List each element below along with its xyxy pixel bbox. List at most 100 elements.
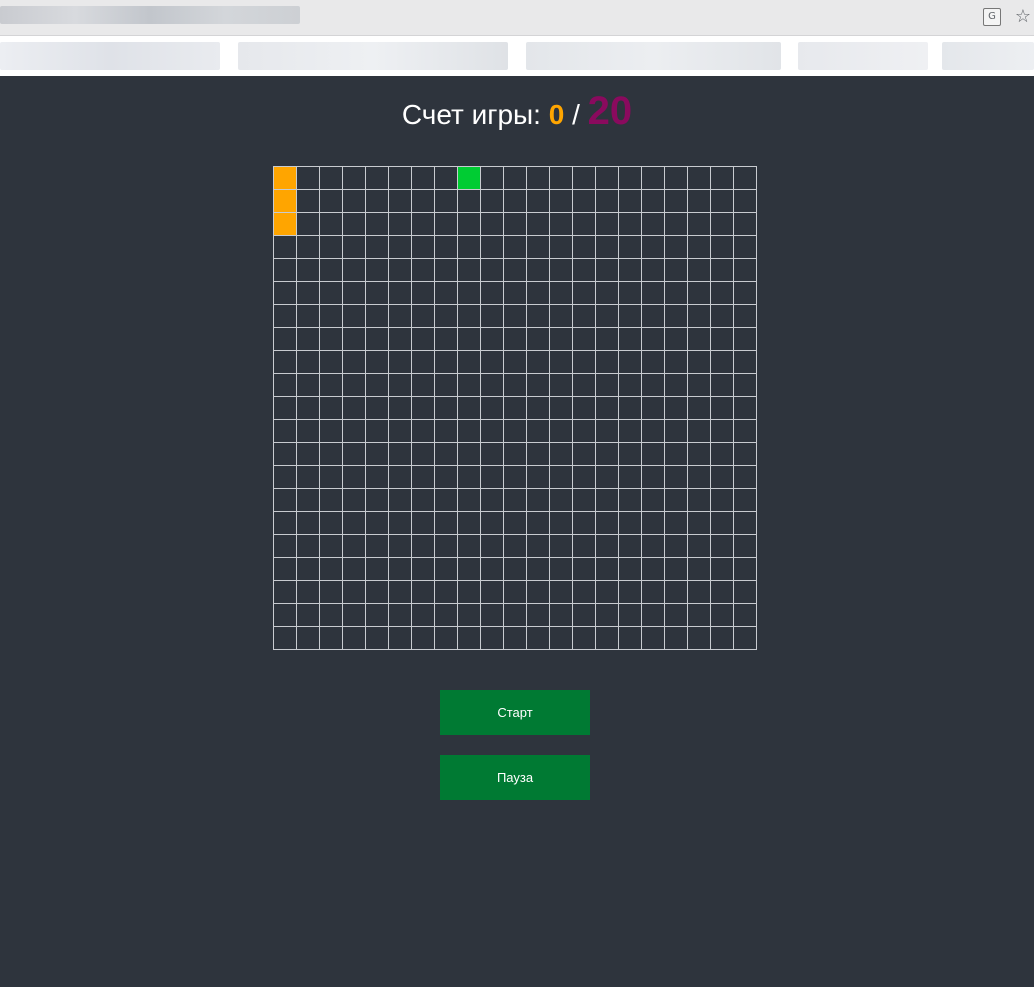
board-cell (711, 374, 734, 397)
board-cell (458, 190, 481, 213)
board-cell (550, 213, 573, 236)
board-cell (343, 374, 366, 397)
game-board[interactable] (273, 166, 757, 650)
board-cell (412, 581, 435, 604)
board-cell (343, 535, 366, 558)
board-cell (389, 351, 412, 374)
browser-tab-strip: G ☆ (0, 0, 1034, 36)
board-cell (320, 581, 343, 604)
start-button[interactable]: Старт (440, 690, 590, 735)
board-cell (688, 190, 711, 213)
board-cell (389, 558, 412, 581)
board-cell (711, 397, 734, 420)
blurred-bookmark[interactable] (238, 42, 508, 70)
board-cell (458, 328, 481, 351)
score-heading: Счет игры: 0 / 20 (0, 88, 1034, 138)
board-cell (665, 420, 688, 443)
board-cell (481, 328, 504, 351)
blurred-bookmark[interactable] (942, 42, 1034, 70)
board-cell (573, 443, 596, 466)
board-cell (343, 351, 366, 374)
board-cell (504, 512, 527, 535)
food-cell (458, 167, 481, 190)
blurred-bookmark[interactable] (0, 42, 220, 70)
board-cell (504, 489, 527, 512)
board-cell (596, 512, 619, 535)
board-cell (619, 374, 642, 397)
board-cell (504, 443, 527, 466)
board-cell (688, 397, 711, 420)
board-cell (412, 213, 435, 236)
board-cell (527, 512, 550, 535)
board-cell (573, 581, 596, 604)
board-cell (734, 627, 757, 650)
board-cell (343, 167, 366, 190)
board-cell (596, 443, 619, 466)
board-cell (665, 351, 688, 374)
board-cell (504, 535, 527, 558)
board-cell (642, 558, 665, 581)
board-cell (343, 305, 366, 328)
score-separator: / (572, 99, 580, 130)
board-cell (366, 374, 389, 397)
board-cell (504, 305, 527, 328)
board-cell (389, 604, 412, 627)
board-cell (343, 443, 366, 466)
board-cell (458, 420, 481, 443)
board-cell (435, 581, 458, 604)
board-cell (665, 328, 688, 351)
board-cell (688, 259, 711, 282)
board-cell (504, 397, 527, 420)
board-cell (642, 213, 665, 236)
board-cell (435, 489, 458, 512)
board-cell (274, 535, 297, 558)
board-cell (274, 236, 297, 259)
board-cell (573, 328, 596, 351)
board-cell (481, 397, 504, 420)
board-cell (711, 351, 734, 374)
board-cell (734, 328, 757, 351)
board-cell (688, 282, 711, 305)
board-cell (412, 397, 435, 420)
board-cell (435, 282, 458, 305)
board-cell (573, 190, 596, 213)
board-cell (435, 420, 458, 443)
board-cell (435, 167, 458, 190)
board-cell (573, 259, 596, 282)
board-cell (642, 236, 665, 259)
board-cell (734, 190, 757, 213)
star-icon[interactable]: ☆ (1014, 8, 1032, 26)
board-cell (688, 466, 711, 489)
board-cell (366, 259, 389, 282)
board-cell (320, 282, 343, 305)
board-cell (550, 190, 573, 213)
board-cell (550, 328, 573, 351)
board-cell (343, 213, 366, 236)
board-cell (320, 420, 343, 443)
translate-icon[interactable]: G (983, 8, 1001, 26)
board-cell (481, 305, 504, 328)
board-cell (320, 535, 343, 558)
board-cell (573, 397, 596, 420)
board-cell (550, 627, 573, 650)
board-cell (688, 627, 711, 650)
board-cell (366, 282, 389, 305)
board-cell (458, 236, 481, 259)
board-cell (550, 489, 573, 512)
board-cell (458, 259, 481, 282)
snake-segment (274, 213, 297, 236)
board-cell (435, 604, 458, 627)
board-cell (389, 581, 412, 604)
board-cell (274, 581, 297, 604)
board-cell (504, 190, 527, 213)
blurred-bookmark[interactable] (798, 42, 928, 70)
board-cell (320, 259, 343, 282)
board-cell (412, 167, 435, 190)
board-cell (573, 466, 596, 489)
board-cell (665, 213, 688, 236)
board-cell (504, 420, 527, 443)
board-cell (435, 535, 458, 558)
blurred-bookmark[interactable] (526, 42, 781, 70)
board-cell (366, 420, 389, 443)
pause-button[interactable]: Пауза (440, 755, 590, 800)
